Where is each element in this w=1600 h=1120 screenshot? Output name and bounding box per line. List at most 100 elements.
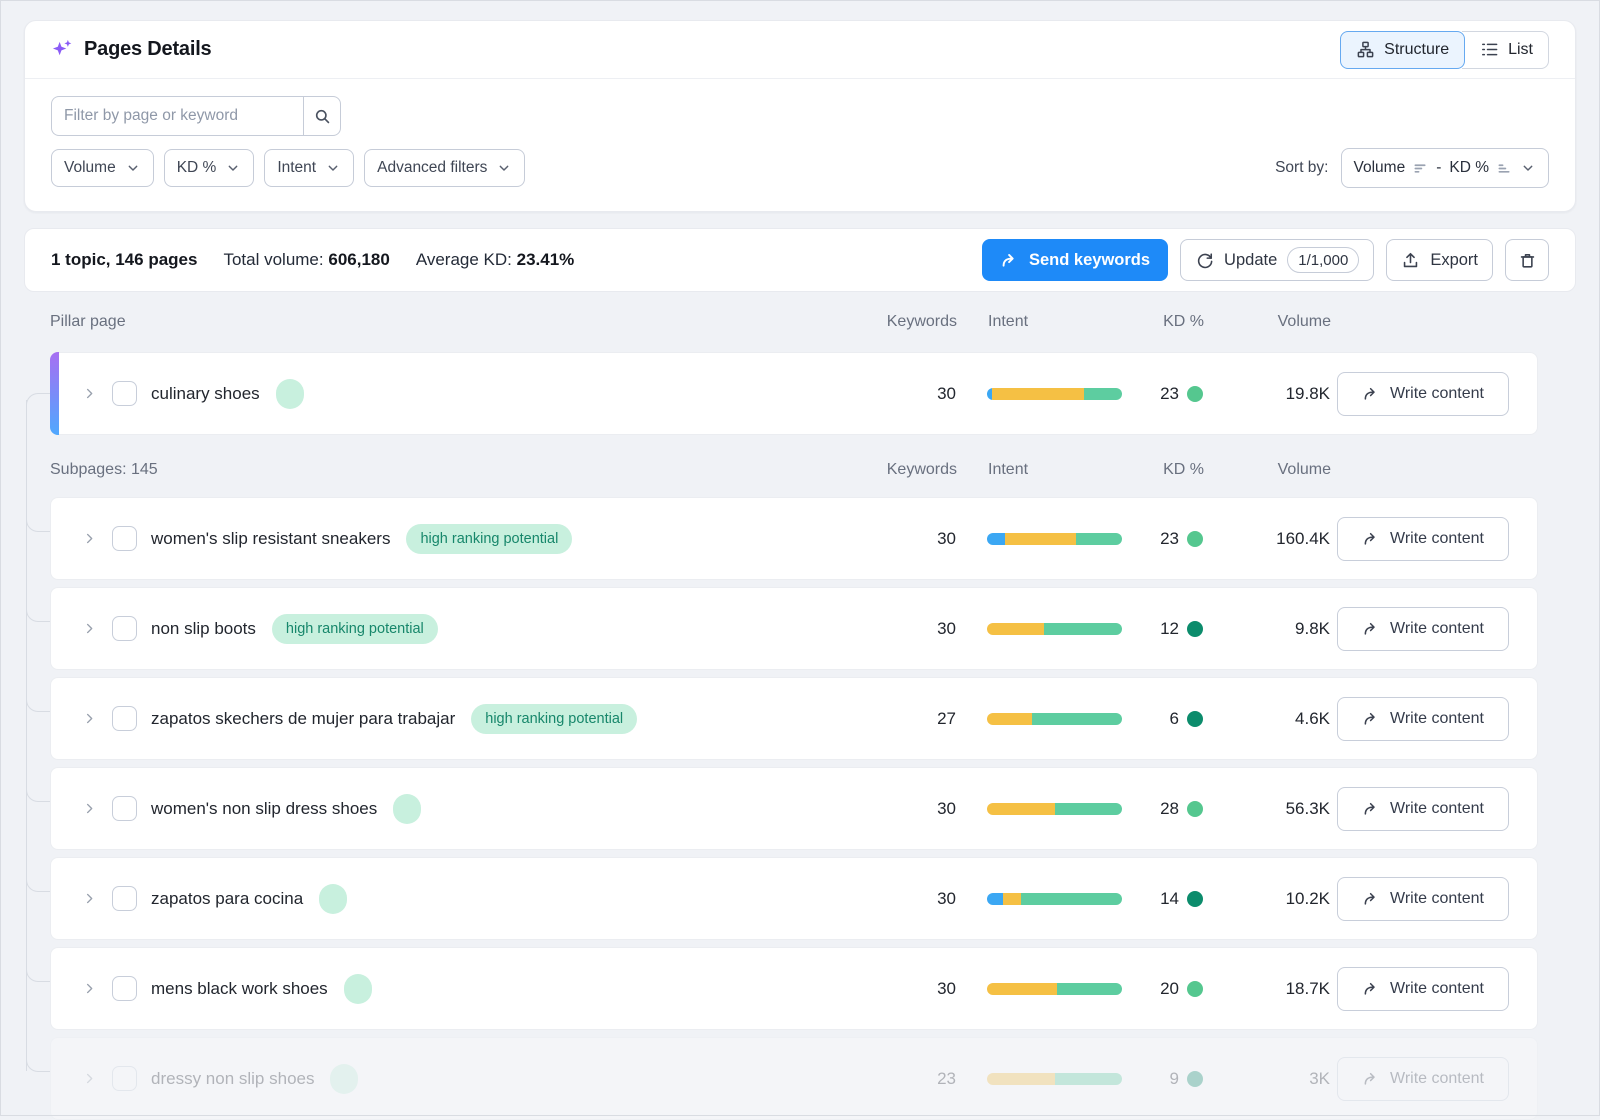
page-name: dressy non slip shoes [151,1069,314,1089]
chevron-right-icon [82,981,97,996]
filter-dropdown-advanced-filters[interactable]: Advanced filters [364,149,525,187]
row-checkbox[interactable] [112,706,137,731]
send-keywords-button[interactable]: Send keywords [982,239,1168,281]
filter-chips: Volume KD % Intent Advanced filters [51,149,525,187]
write-content-button[interactable]: Write content [1337,1057,1509,1101]
chevron-right-icon [82,1071,97,1086]
pillar-page-row: culinary shoes 30 23 19.8K Write content [50,352,1538,435]
filter-dropdown-intent[interactable]: Intent [264,149,354,187]
structure-view-label: Structure [1384,41,1449,59]
row-checkbox[interactable] [112,796,137,821]
high-ranking-potential-badge [319,884,347,914]
kd-value: 12 [1122,619,1179,639]
expand-row-button[interactable] [79,384,99,404]
intent-bar [987,983,1122,995]
filter-dropdown-kd-[interactable]: KD % [164,149,255,187]
intent-segment-commercial [987,983,1057,995]
write-content-button[interactable]: Write content [1337,607,1509,651]
chevron-right-icon [82,711,97,726]
intent-segment-commercial [992,388,1084,400]
expand-row-button[interactable] [79,979,99,999]
kd-dot [1187,531,1203,547]
delete-button[interactable] [1505,239,1549,281]
chevron-down-icon [1520,160,1536,176]
intent-segment-transactional [1055,803,1123,815]
write-content-label: Write content [1390,1070,1484,1088]
page-name: non slip boots [151,619,256,639]
forward-arrow-icon [1362,710,1380,728]
write-content-button[interactable]: Write content [1337,372,1509,416]
subpages-count-header: Subpages: 145 [50,461,158,479]
chevron-right-icon [82,801,97,816]
row-checkbox[interactable] [112,976,137,1001]
kd-dot [1187,621,1203,637]
write-content-button[interactable]: Write content [1337,697,1509,741]
page-row: women's slip resistant sneakers high ran… [50,497,1538,580]
intent-segment-commercial [987,1073,1055,1085]
kd-dot [1187,386,1203,402]
sort-control: Sort by: Volume - KD % [1275,148,1549,188]
write-content-button[interactable]: Write content [1337,967,1509,1011]
list-view-button[interactable]: List [1462,31,1549,69]
filter-dropdown-label: Advanced filters [377,159,487,177]
filter-dropdown-volume[interactable]: Volume [51,149,154,187]
total-volume-label: Total volume: [223,250,323,269]
write-content-label: Write content [1390,620,1484,638]
sort-separator: - [1436,159,1441,177]
row-checkbox[interactable] [112,886,137,911]
write-content-button[interactable]: Write content [1337,517,1509,561]
sort-dropdown[interactable]: Volume - KD % [1341,148,1550,188]
keywords-count: 27 [866,709,956,729]
average-kd-label: Average KD: [416,250,512,269]
expand-row-button[interactable] [79,1069,99,1089]
expand-row-button[interactable] [79,619,99,639]
export-button[interactable]: Export [1386,239,1493,281]
kd-column-header: KD % [1123,461,1204,479]
intent-segment-transactional [1055,1073,1123,1085]
volume-value: 19.8K [1203,384,1330,404]
forward-arrow-icon [1362,530,1380,548]
keywords-count: 30 [866,979,956,999]
kd-value: 23 [1122,529,1179,549]
chevron-right-icon [82,531,97,546]
write-content-label: Write content [1390,710,1484,728]
row-checkbox[interactable] [112,381,137,406]
row-checkbox[interactable] [112,1066,137,1091]
forward-arrow-icon [1362,385,1380,403]
expand-row-button[interactable] [79,709,99,729]
keywords-count: 30 [866,384,956,404]
update-quota-badge: 1/1,000 [1287,247,1359,273]
page-name: culinary shoes [151,384,260,404]
write-content-button[interactable]: Write content [1337,787,1509,831]
intent-bar [987,1073,1122,1085]
intent-segment-transactional [1057,983,1122,995]
expand-row-button[interactable] [79,529,99,549]
intent-column-header: Intent [988,313,1123,331]
topic-pages-summary: 1 topic, 146 pages [51,250,197,270]
structure-view-button[interactable]: Structure [1340,31,1465,69]
row-checkbox[interactable] [112,616,137,641]
chevron-down-icon [496,160,512,176]
kd-column-header: KD % [1123,313,1204,331]
filter-search-input[interactable] [51,96,303,136]
write-content-button[interactable]: Write content [1337,877,1509,921]
page-row: women's non slip dress shoes 30 28 56.3K… [50,767,1538,850]
volume-value: 18.7K [1203,979,1330,999]
refresh-icon [1195,251,1214,270]
page-row: mens black work shoes 30 20 18.7K Write … [50,947,1538,1030]
volume-value: 4.6K [1203,709,1330,729]
row-checkbox[interactable] [112,526,137,551]
expand-row-button[interactable] [79,889,99,909]
kd-dot [1187,711,1203,727]
write-content-label: Write content [1390,385,1484,403]
chevron-down-icon [125,160,141,176]
write-content-label: Write content [1390,890,1484,908]
intent-bar [987,713,1122,725]
expand-row-button[interactable] [79,799,99,819]
search-button[interactable] [303,96,341,136]
high-ranking-potential-badge [276,379,304,409]
export-label: Export [1430,251,1478,270]
forward-arrow-icon [1362,620,1380,638]
export-icon [1401,251,1420,270]
update-button[interactable]: Update 1/1,000 [1180,239,1374,281]
